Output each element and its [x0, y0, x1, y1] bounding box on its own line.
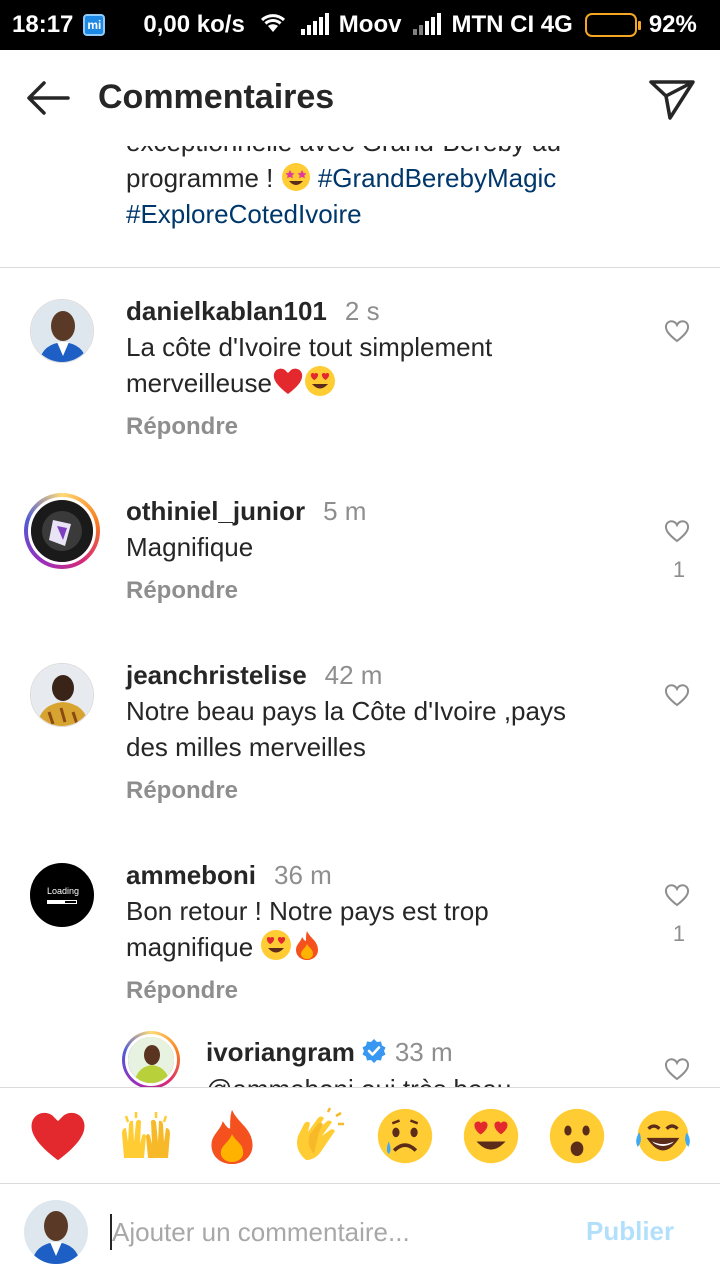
reply-button[interactable]: Répondre [126, 777, 238, 805]
send-icon[interactable] [648, 76, 696, 122]
comment-composer: Publier [0, 1183, 720, 1280]
network-speed: 0,00 ko/s [143, 11, 245, 38]
comment-text: des milles merveilles [126, 732, 366, 762]
red-heart-emoji-button[interactable] [28, 1108, 88, 1164]
like-heart-icon[interactable] [664, 1057, 690, 1081]
battery-percent: 92% [648, 11, 697, 38]
comment-time: 5 m [323, 496, 367, 526]
battery-icon [584, 13, 641, 37]
like-count[interactable]: 1 [666, 921, 692, 947]
avatar[interactable] [122, 1031, 180, 1087]
avatar[interactable] [30, 663, 94, 727]
post-caption: exceptionnelle avec Grand-Bereby au prog… [0, 146, 720, 268]
red-heart-emoji-icon [272, 368, 304, 398]
comment-username[interactable]: danielkablan101 [126, 296, 327, 326]
status-time: 18:17 [12, 11, 74, 38]
like-heart-icon[interactable] [664, 683, 690, 707]
comment-username[interactable]: jeanchristelise [126, 660, 307, 690]
carrier-2: MTN CI 4G [451, 11, 573, 38]
hashtag-link[interactable]: #ExploreCotedIvoire [126, 199, 362, 229]
comment-time: 33 m [394, 1037, 453, 1067]
like-heart-icon[interactable] [664, 883, 690, 907]
comment-input[interactable] [112, 1206, 552, 1258]
avatar[interactable] [30, 299, 94, 363]
raising-hands-emoji-button[interactable] [116, 1108, 176, 1164]
tears-of-joy-emoji-button[interactable] [634, 1107, 692, 1165]
like-count[interactable]: 1 [666, 557, 692, 583]
caption-line: programme ! [126, 163, 281, 193]
fire-emoji-icon [292, 931, 322, 962]
fire-emoji-button[interactable] [204, 1106, 260, 1166]
verified-badge-icon [361, 1038, 387, 1071]
comment-time: 2 s [344, 296, 380, 326]
comments-list: danielkablan101 2 s La côte d'Ivoire tout… [0, 269, 720, 1087]
publish-button[interactable]: Publier [586, 1216, 674, 1247]
surprised-face-emoji-button[interactable] [548, 1107, 606, 1165]
sad-face-emoji-button[interactable] [376, 1107, 434, 1165]
comment-text: Bon retour ! Notre pays est trop [126, 896, 489, 926]
heart-eyes-emoji-button[interactable] [462, 1107, 520, 1165]
like-heart-icon[interactable] [664, 319, 690, 343]
comment-text: magnifique [126, 932, 254, 962]
wifi-icon [257, 10, 289, 41]
page-title: Commentaires [98, 78, 335, 116]
avatar-text: Loading [47, 886, 80, 896]
reply-button[interactable]: Répondre [126, 577, 238, 605]
quick-emoji-bar [0, 1087, 720, 1183]
comment-time: 42 m [324, 660, 383, 690]
comment-text: merveilleuse [126, 368, 272, 398]
caption-line: exceptionnelle avec Grand-Bereby au [126, 146, 686, 160]
notification-app-icon: mi [83, 14, 106, 36]
clapping-hands-emoji-button[interactable] [288, 1106, 348, 1166]
comment-text: La côte d'Ivoire tout simplement [126, 332, 493, 362]
my-avatar [24, 1200, 88, 1264]
hashtag-link[interactable]: #GrandBerebyMagic [318, 163, 556, 193]
comment-text: Magnifique [126, 532, 254, 562]
comment-text: Notre beau pays la Côte d'Ivoire ,pays [126, 696, 566, 726]
avatar[interactable]: Loading [30, 863, 94, 927]
heart-eyes-emoji-icon [260, 930, 292, 962]
comment-time: 36 m [274, 860, 332, 890]
back-arrow-icon[interactable] [24, 78, 72, 118]
comment-username[interactable]: othiniel_junior [126, 496, 305, 526]
carrier-1: Moov [338, 11, 402, 38]
comment-username[interactable]: ivoriangram [206, 1037, 355, 1067]
star-struck-emoji-icon [281, 163, 311, 193]
comment-text: @ammeboni oui très beau [206, 1071, 626, 1087]
comment-username[interactable]: ammeboni [126, 860, 256, 890]
header: Commentaires [0, 50, 720, 146]
heart-eyes-emoji-icon [304, 366, 336, 398]
signal-icon [300, 13, 329, 35]
status-bar: 18:17 mi 0,00 ko/s Moov MTN CI 4G 92% [0, 0, 720, 50]
reply-button[interactable]: Répondre [126, 413, 238, 441]
reply-button[interactable]: Répondre [126, 977, 238, 1005]
avatar[interactable] [24, 493, 100, 569]
like-heart-icon[interactable] [664, 519, 690, 543]
signal-icon-2 [413, 13, 442, 35]
